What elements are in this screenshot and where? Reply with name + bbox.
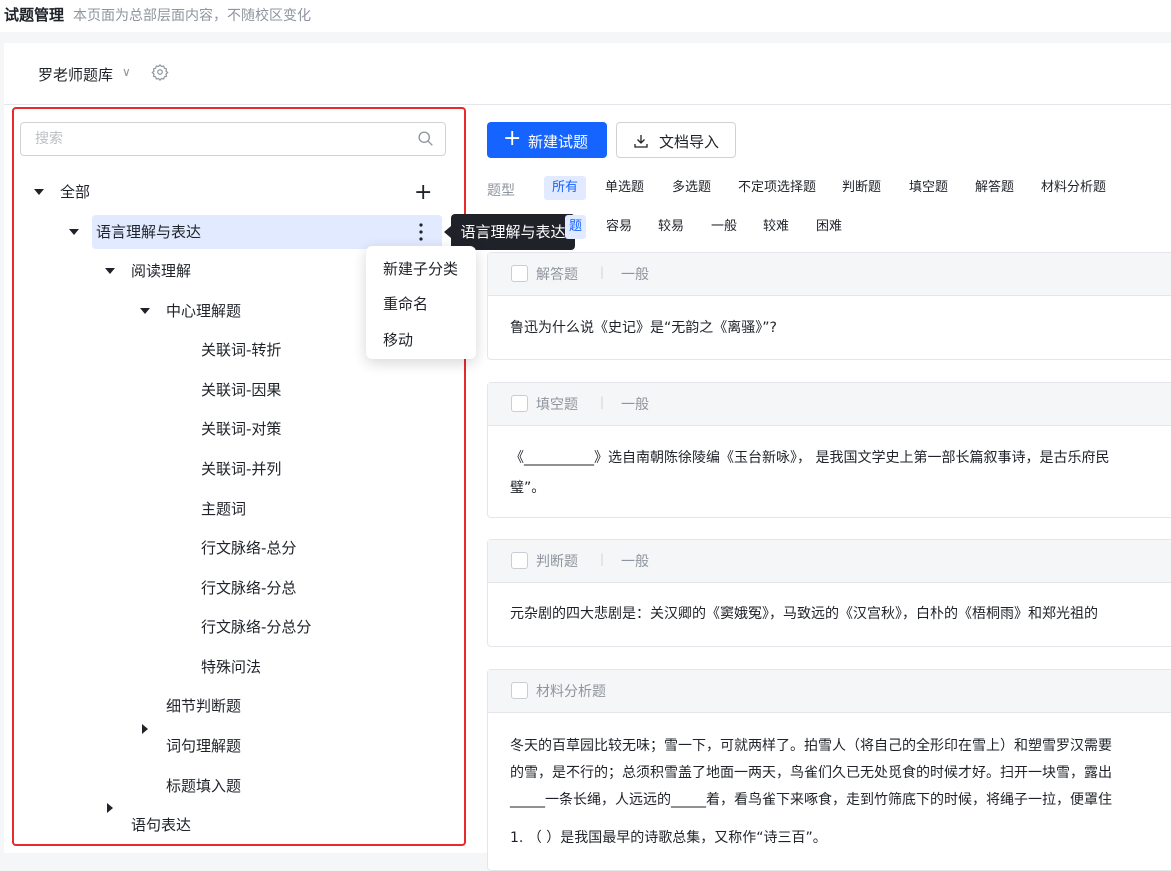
page-title: 试题管理: [4, 6, 65, 24]
question-text: 鲁迅为什么说《史记》是“无韵之《离骚》”?: [510, 320, 777, 336]
question-checkbox[interactable]: [511, 265, 528, 282]
download-icon: [634, 135, 648, 148]
question-card-header: 解答题 | 一般: [488, 253, 1171, 296]
type-filter-label: 题型: [487, 183, 515, 199]
question-type: 材料分析题: [536, 684, 606, 700]
type-chip[interactable]: 不定项选择题: [730, 176, 824, 200]
question-text: 璧”。: [510, 480, 546, 496]
type-chip[interactable]: 填空题: [901, 176, 956, 200]
question-text: 元杂剧的四大悲剧是：关汉卿的《窦娥冤》，马致远的《汉宫秋》，白朴的《梧桐雨》和郑…: [510, 606, 1098, 622]
caret-right-icon[interactable]: [142, 724, 148, 734]
type-chip[interactable]: 解答题: [967, 176, 1022, 200]
search-input[interactable]: [33, 130, 407, 148]
sub-question-text: 1. （ ）是我国最早的诗歌总集，又称作“诗三百”。: [510, 830, 827, 846]
question-type: 解答题: [536, 267, 578, 283]
difficulty-chip-all[interactable]: 题: [565, 215, 587, 239]
tree-node[interactable]: 细节判断题: [166, 689, 241, 723]
type-chip[interactable]: 多选题: [664, 176, 719, 200]
tree-node[interactable]: 词句理解题: [166, 729, 241, 763]
type-chip[interactable]: 单选题: [597, 176, 652, 200]
tree-node[interactable]: 特殊问法: [201, 650, 261, 684]
divider: |: [600, 265, 605, 279]
question-card-header: 填空题 | 一般: [488, 383, 1171, 426]
question-checkbox[interactable]: [511, 552, 528, 569]
tree-node[interactable]: 关联词-因果: [201, 373, 281, 407]
tree-node[interactable]: 行文脉络-分总分: [201, 610, 311, 644]
new-question-label: 新建试题: [528, 133, 589, 151]
question-card[interactable]: 材料分析题 冬天的百草园比较无味；雪一下，可就两样了。拍雪人（将自己的全形印在雪…: [487, 669, 1171, 871]
menu-item-move[interactable]: 移动: [383, 329, 413, 350]
caret-right-icon[interactable]: [107, 803, 113, 813]
plus-icon: +: [503, 126, 522, 151]
question-type: 判断题: [536, 554, 578, 570]
divider: |: [600, 395, 605, 409]
bank-bar: 罗老师题库 ∨: [4, 43, 1171, 105]
import-document-button[interactable]: 文档导入: [616, 122, 736, 158]
question-text: _____一条长绳，人远远的_____着，看鸟雀下来啄食，走到竹筛底下的时候，将…: [510, 792, 1112, 808]
chevron-down-icon[interactable]: ∨: [122, 65, 131, 79]
question-card-header: 材料分析题: [488, 670, 1171, 713]
question-text: 《__________》选自南朝陈徐陵编《玉台新咏》， 是我国文学史上第一部长篇…: [510, 450, 1110, 466]
tree-node[interactable]: 关联词-对策: [201, 412, 281, 446]
difficulty-chip[interactable]: 困难: [808, 215, 850, 239]
tree-search[interactable]: [20, 122, 446, 156]
difficulty-chip[interactable]: 容易: [598, 215, 640, 239]
tree-node[interactable]: 关联词-转折: [201, 333, 281, 367]
node-context-menu: 新建子分类 重命名 移动: [366, 246, 476, 359]
question-level: 一般: [621, 267, 649, 283]
question-level: 一般: [621, 554, 649, 570]
question-card-header: 判断题 | 一般: [488, 540, 1171, 583]
category-tree: 全部 + 语言理解与表达 阅读理解 中心理解题 关联词-转折 关联词-因果 关联…: [12, 107, 466, 846]
tree-node[interactable]: 标题填入题: [166, 769, 241, 803]
search-icon[interactable]: [417, 130, 434, 147]
node-tooltip: 语言理解与表达: [451, 214, 575, 250]
tree-node[interactable]: 阅读理解: [131, 254, 191, 288]
tree-node[interactable]: 关联词-并列: [201, 452, 281, 486]
tooltip-arrow: [444, 226, 451, 238]
tree-node[interactable]: 语句表达: [131, 808, 191, 842]
type-chip[interactable]: 材料分析题: [1033, 176, 1114, 200]
menu-item-rename[interactable]: 重命名: [383, 293, 428, 314]
new-question-button[interactable]: + 新建试题: [487, 122, 607, 158]
caret-down-icon[interactable]: [140, 308, 150, 314]
difficulty-chip[interactable]: 一般: [703, 215, 745, 239]
tree-node[interactable]: 主题词: [201, 492, 246, 526]
question-card[interactable]: 解答题 | 一般 鲁迅为什么说《史记》是“无韵之《离骚》”?: [487, 252, 1171, 360]
question-card[interactable]: 判断题 | 一般 元杂剧的四大悲剧是：关汉卿的《窦娥冤》，马致远的《汉宫秋》，白…: [487, 539, 1171, 647]
tree-node[interactable]: 语言理解与表达: [96, 215, 201, 249]
divider: |: [600, 552, 605, 566]
top-bar: 试题管理 本页面为总部层面内容，不随校区变化: [0, 0, 1171, 32]
tree-node[interactable]: 全部: [60, 175, 90, 209]
difficulty-chip[interactable]: 较难: [755, 215, 797, 239]
question-type: 填空题: [536, 397, 578, 413]
question-checkbox[interactable]: [511, 395, 528, 412]
type-chip[interactable]: 判断题: [834, 176, 889, 200]
import-document-label: 文档导入: [659, 133, 720, 151]
add-category-icon[interactable]: +: [414, 182, 432, 204]
bank-selector[interactable]: 罗老师题库: [38, 64, 113, 85]
difficulty-chip[interactable]: 较易: [650, 215, 692, 239]
question-text: 冬天的百草园比较无味；雪一下，可就两样了。拍雪人（将自己的全形印在雪上）和塑雪罗…: [510, 738, 1112, 754]
more-vertical-icon[interactable]: [418, 221, 424, 243]
caret-down-icon[interactable]: [69, 229, 79, 235]
type-chip-all[interactable]: 所有: [544, 176, 587, 200]
question-checkbox[interactable]: [511, 682, 528, 699]
question-text: 的雪，是不行的；总须积雪盖了地面一两天，鸟雀们久已无处觅食的时候才好。扫开一块雪…: [510, 765, 1112, 781]
question-card[interactable]: 填空题 | 一般 《__________》选自南朝陈徐陵编《玉台新咏》， 是我国…: [487, 382, 1171, 518]
caret-down-icon[interactable]: [105, 268, 115, 274]
question-level: 一般: [621, 397, 649, 413]
gear-icon[interactable]: [151, 63, 169, 81]
tree-node[interactable]: 中心理解题: [166, 294, 241, 328]
tree-node[interactable]: 行文脉络-分总: [201, 571, 296, 605]
tree-node[interactable]: 行文脉络-总分: [201, 531, 296, 565]
page-subtitle: 本页面为总部层面内容，不随校区变化: [73, 8, 311, 24]
caret-down-icon[interactable]: [34, 189, 44, 195]
menu-item-new-subcategory[interactable]: 新建子分类: [383, 258, 458, 279]
